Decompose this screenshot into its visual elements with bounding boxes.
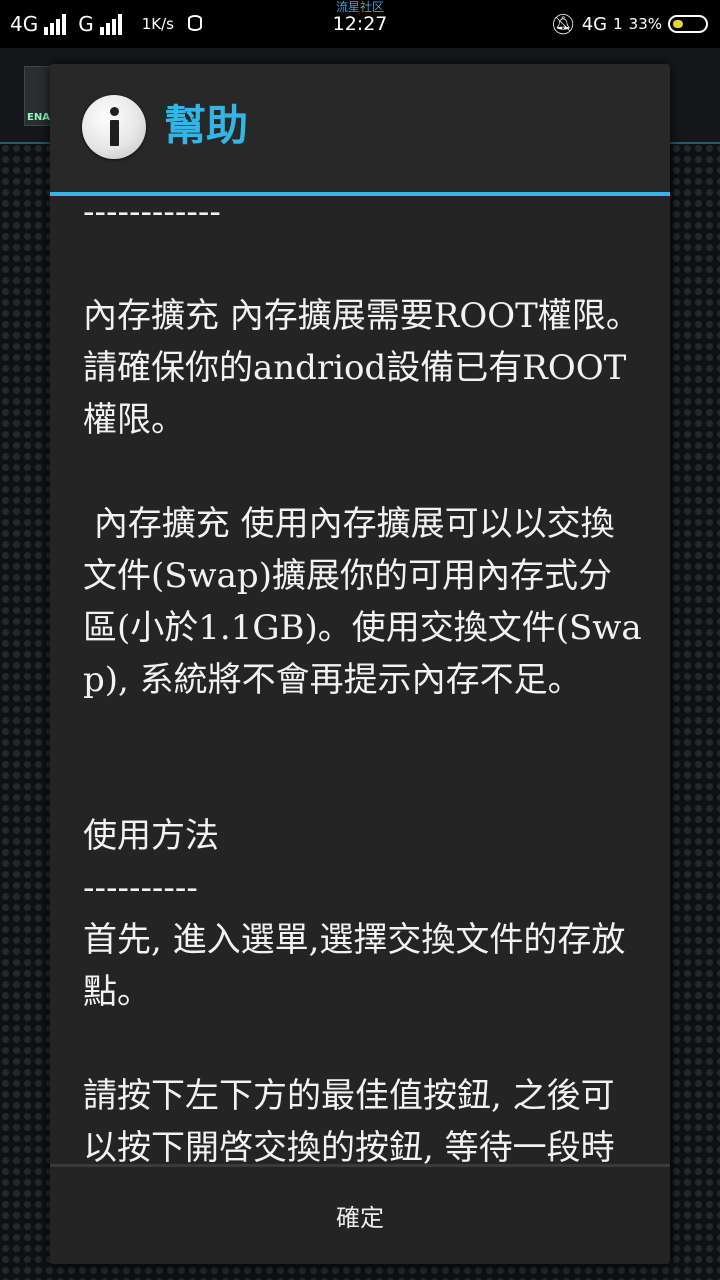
status-bar-right: 🔕︎ 4G 1 33% <box>550 10 708 38</box>
help-dialog: 幫助 ------------ 內存擴充 內存擴展需要ROOT權限。請確保你的a… <box>50 64 670 1264</box>
help-text: ------------ 內存擴充 內存擴展需要ROOT權限。請確保你的andr… <box>83 196 642 1164</box>
dialog-body-scroll[interactable]: ------------ 內存擴充 內存擴展需要ROOT權限。請確保你的andr… <box>50 196 670 1164</box>
dialog-title: 幫助 <box>164 101 249 150</box>
right-network-sub: 1 <box>613 15 623 33</box>
battery-fill <box>673 20 683 28</box>
battery-icon <box>668 15 708 33</box>
bell-muted-icon: 🔕︎ <box>550 12 576 36</box>
battery-percent: 33% <box>628 15 662 33</box>
status-bar: 4G G 1K/s 流星社区 12:27 🔕︎ 4G 1 33% <box>0 0 720 48</box>
dialog-header: 幫助 <box>50 64 670 192</box>
info-icon <box>82 95 146 159</box>
right-network-type: 4G <box>581 13 608 35</box>
ok-button[interactable]: 確定 <box>50 1167 670 1264</box>
app-logo-text: ENA <box>27 112 50 123</box>
